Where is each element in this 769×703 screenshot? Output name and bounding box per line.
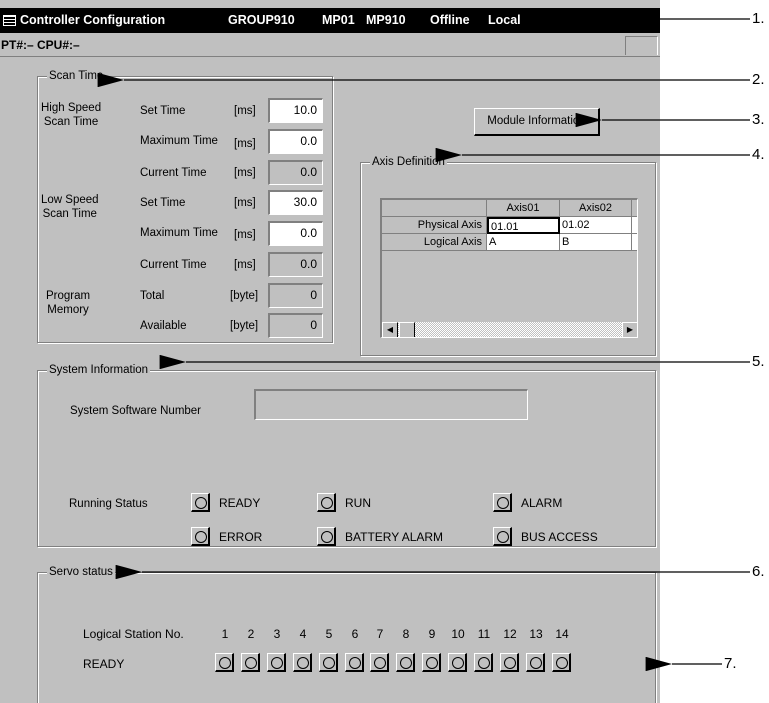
callout-label-3: 3. [752,111,765,128]
callout-label-4: 4. [752,146,765,163]
callout-label-7: 7. [724,655,737,672]
callout-label-5: 5. [752,353,765,370]
callout-label-2: 2. [752,71,765,88]
callout-arrows [97,18,750,672]
callout-label-6: 6. [752,563,765,580]
callout-label-1: 1. [752,10,765,27]
